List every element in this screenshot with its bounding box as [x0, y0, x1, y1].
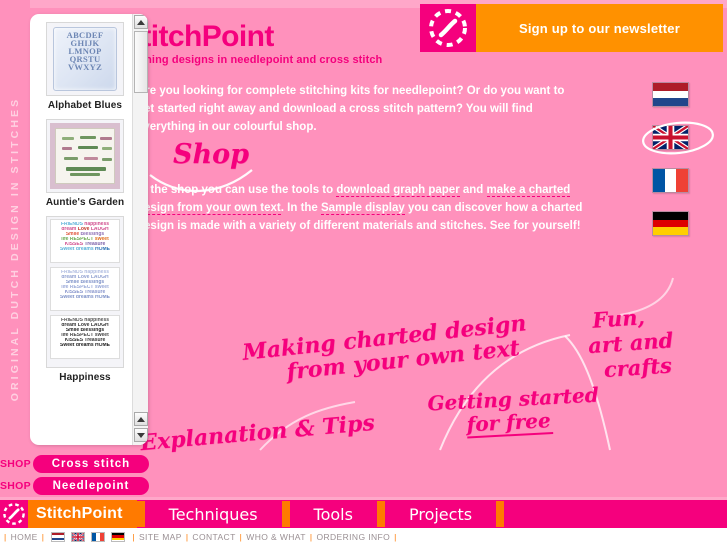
footer-language-flag-fr[interactable] — [91, 531, 106, 542]
footer-language-flag-nl[interactable] — [51, 531, 66, 542]
footer-link-ordering-info[interactable]: ORDERING INFO — [316, 532, 390, 542]
scroll-up-button[interactable] — [134, 15, 148, 29]
nav-separator — [496, 501, 505, 527]
footer-separator: | — [394, 531, 397, 542]
product-list: ABCDEF GHIJK LMNOP QRSTU VWXYZ Alphabet Blue… — [30, 14, 148, 445]
language-flag-de[interactable] — [652, 211, 689, 236]
vertical-tagline-strip: ORIGINAL DUTCH DESIGN IN STITCHES — [0, 0, 30, 497]
scroll-up-arrow-icon — [137, 416, 145, 422]
vertical-tagline-text: ORIGINAL DUTCH DESIGN IN STITCHES — [9, 96, 21, 401]
footer-separator: | — [4, 531, 7, 542]
nav-item-projects[interactable]: Projects — [385, 505, 496, 524]
main-navigation-bar: StitchPoint Techniques Tools Projects — [0, 500, 727, 528]
language-flag-en[interactable] — [652, 125, 689, 150]
shop-paragraph-a: In the shop you can use the tools to — [137, 184, 337, 196]
shop-cross-stitch-row[interactable]: SHOP Cross stitch — [0, 455, 149, 473]
spiral-stitch-logo-icon — [428, 8, 468, 48]
panel-scrollbar[interactable] — [132, 14, 148, 445]
newsletter-logo — [420, 4, 476, 52]
footer-separator: | — [309, 531, 313, 542]
site-title[interactable]: StitchPoint — [122, 22, 382, 52]
nav-separator — [281, 501, 290, 527]
scroll-up-button-bottom[interactable] — [134, 412, 148, 426]
footer-separator: | — [41, 531, 45, 542]
script-fun-line1: Fun, — [591, 304, 646, 333]
footer-separator: | — [185, 531, 189, 542]
footer-separator: | — [132, 531, 135, 542]
site-tagline: stitching designs in needlepoint and cro… — [122, 54, 383, 66]
alphabet-pillow-art: ABCDEF GHIJK LMNOP QRSTU VWXYZ — [53, 27, 117, 91]
scroll-up-arrow-icon — [137, 19, 145, 25]
shop-cross-stitch-button[interactable]: Cross stitch — [32, 455, 149, 473]
nav-separator — [376, 501, 385, 527]
link-download-graph-paper[interactable]: download graph paper — [336, 184, 460, 197]
nav-brand-label: StitchPoint — [36, 505, 123, 522]
intro-paragraph: Are you looking for complete stitching k… — [137, 85, 565, 133]
language-flag-nl[interactable] — [652, 82, 689, 107]
product-name: Alphabet Blues — [47, 100, 123, 111]
link-sample-display[interactable]: Sample display — [321, 202, 405, 215]
shop-prefix-label: SHOP — [0, 458, 31, 470]
product-item[interactable]: ABCDEF GHIJK LMNOP QRSTU VWXYZ Alphabet Blue… — [30, 22, 140, 111]
nav-separator — [136, 501, 145, 527]
newsletter-label: Sign up to our newsletter — [518, 20, 680, 36]
product-item[interactable]: Auntie's Garden — [30, 119, 140, 208]
garden-sampler-art — [50, 123, 120, 189]
footer-link-who-and-what[interactable]: WHO & WHAT — [246, 532, 306, 542]
script-label-making-charted-design[interactable]: Making charted design from your own text — [241, 310, 530, 390]
script-label-fun-art-crafts[interactable]: Fun, art and crafts — [587, 302, 675, 383]
product-thumbnail[interactable]: ABCDEF GHIJK LMNOP QRSTU VWXYZ — [46, 22, 124, 96]
footer-link-site-map[interactable]: SITE MAP — [139, 532, 182, 542]
shop-paragraph: In the shop you can use the tools to dow… — [137, 181, 584, 235]
script-getting-line2: for free — [465, 407, 554, 439]
nav-item-techniques[interactable]: Techniques — [145, 505, 282, 524]
shop-paragraph-c: . In the — [280, 202, 322, 214]
footer-bar: | HOME | | SITE MAP | CONTACT | WHO & WH… — [0, 528, 727, 545]
product-name: Happiness — [59, 372, 111, 383]
script-label-shop[interactable]: Shop — [173, 139, 249, 170]
product-item[interactable]: FRIENDS happiness dream Love LAUGH Smile… — [30, 216, 140, 383]
script-label-getting-started[interactable]: Getting started for free — [427, 383, 601, 441]
language-selector[interactable] — [642, 82, 714, 254]
footer-language-flag-de[interactable] — [111, 531, 126, 542]
shop-paragraph-b: and — [459, 184, 487, 196]
product-thumbnail[interactable] — [46, 119, 124, 193]
masthead: StitchPoint stitching designs in needlep… — [122, 22, 383, 67]
shop-needlepoint-row[interactable]: SHOP Needlepoint — [0, 477, 149, 495]
product-name: Auntie's Garden — [45, 197, 125, 208]
nav-logo-button[interactable] — [0, 500, 28, 528]
scrollbar-thumb[interactable] — [134, 31, 148, 93]
product-thumbnail[interactable]: FRIENDS happiness dream Love LAUGH Smile… — [46, 216, 124, 368]
nav-item-tools[interactable]: Tools — [290, 505, 377, 524]
script-fun-line3: crafts — [602, 352, 673, 383]
word-art-sampler-blue: FRIENDS happiness dream Love LAUGH Smile… — [50, 267, 120, 311]
word-art-sampler-color: FRIENDS happiness dream Love LAUGH Smile… — [50, 219, 120, 263]
footer-language-flag-en[interactable] — [71, 531, 86, 542]
language-flag-fr[interactable] — [652, 168, 689, 193]
shop-needlepoint-button[interactable]: Needlepoint — [32, 477, 149, 495]
scroll-down-button[interactable] — [134, 428, 148, 442]
footer-link-contact[interactable]: CONTACT — [192, 532, 235, 542]
spiral-stitch-logo-icon — [2, 502, 26, 526]
shop-prefix-label: SHOP — [0, 480, 31, 492]
product-showcase-panel[interactable]: ABCDEF GHIJK LMNOP QRSTU VWXYZ Alphabet Blue… — [30, 14, 148, 445]
newsletter-cta[interactable]: Sign up to our newsletter — [476, 4, 723, 52]
script-label-explanation-tips[interactable]: Explanation & Tips — [139, 410, 375, 456]
scroll-down-arrow-icon — [137, 432, 145, 438]
footer-link-home[interactable]: HOME — [11, 532, 38, 542]
footer-separator: | — [239, 531, 243, 542]
nav-brand-home-link[interactable]: StitchPoint — [28, 500, 137, 528]
word-art-sampler-grey: FRIENDS happiness dream Love LAUGH Smile… — [50, 315, 120, 359]
newsletter-signup-banner[interactable]: Sign up to our newsletter — [420, 4, 723, 52]
